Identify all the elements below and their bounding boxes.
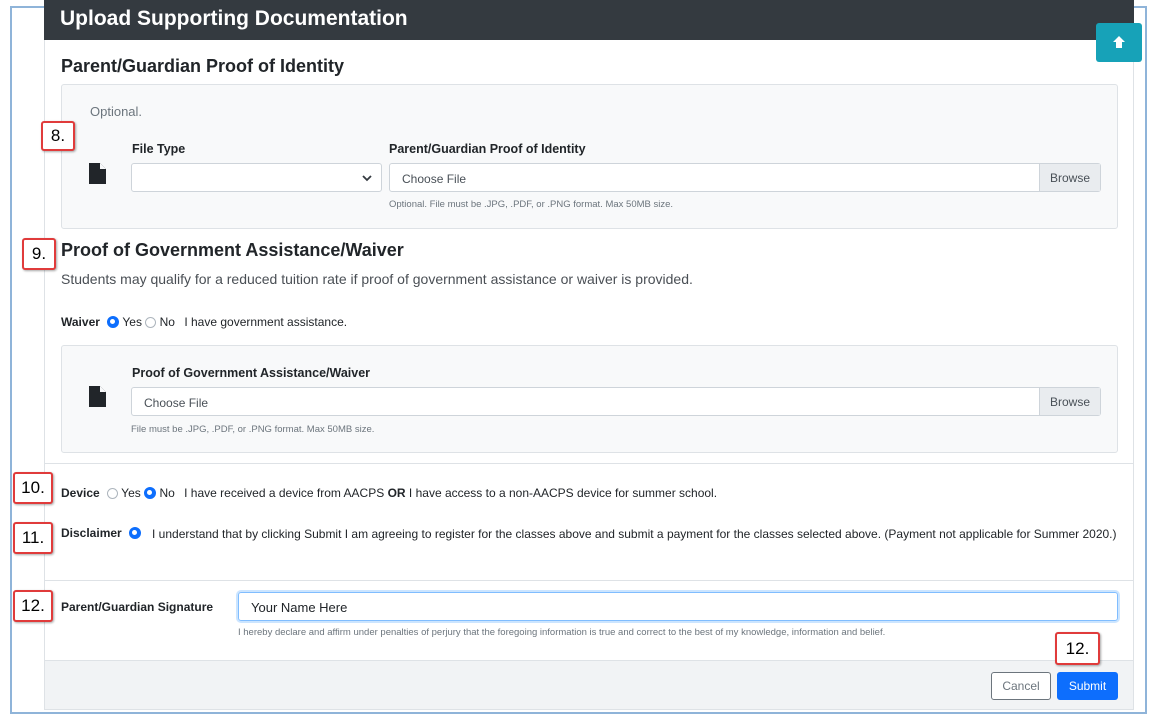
file-type-label: File Type <box>132 142 186 156</box>
disclaimer-label-wrap: Disclaimer <box>61 526 142 540</box>
callout-8: 8. <box>41 121 75 151</box>
device-or: OR <box>387 486 406 500</box>
device-text-after: I have access to a non-AACPS device for … <box>408 486 718 500</box>
callout-12-signature: 12. <box>13 590 53 622</box>
signature-input[interactable]: Your Name Here <box>238 592 1118 621</box>
waiver-label: Waiver <box>61 315 100 329</box>
assistance-help-text: File must be .JPG, .PDF, or .PNG format.… <box>131 424 375 435</box>
callout-9: 9. <box>22 238 56 270</box>
assistance-file-value: Choose File <box>144 396 209 410</box>
document-icon <box>89 163 106 184</box>
identity-heading: Parent/Guardian Proof of Identity <box>61 56 345 76</box>
signature-help-text: I hereby declare and affirm under penalt… <box>238 627 886 638</box>
file-type-select[interactable] <box>131 163 382 192</box>
waiver-no-label[interactable]: No <box>160 315 175 329</box>
scroll-to-top-button[interactable] <box>1096 23 1142 62</box>
callout-10: 10. <box>13 472 53 504</box>
device-label: Device <box>61 486 100 500</box>
assistance-browse-button[interactable]: Browse <box>1039 388 1100 415</box>
assistance-file-input[interactable]: Choose File Browse <box>131 387 1101 416</box>
device-yes-label[interactable]: Yes <box>121 486 141 500</box>
device-row: Device Yes No I have received a device f… <box>61 486 717 500</box>
cancel-button[interactable]: Cancel <box>991 672 1051 700</box>
disclaimer-text: I understand that by clicking Submit I a… <box>152 527 1117 541</box>
device-text-before: I have received a device from AACPS <box>184 486 385 500</box>
identity-file-value: Choose File <box>402 172 467 186</box>
assistance-description: Students may qualify for a reduced tuiti… <box>61 271 693 287</box>
panel-title: Upload Supporting Documentation <box>60 7 408 30</box>
waiver-yes-label[interactable]: Yes <box>122 315 142 329</box>
identity-browse-button[interactable]: Browse <box>1039 164 1100 191</box>
disclaimer-radio[interactable] <box>129 527 142 539</box>
device-no-radio[interactable] <box>144 487 157 499</box>
optional-text: Optional. <box>90 104 143 119</box>
disclaimer-label: Disclaimer <box>61 526 122 540</box>
assistance-heading: Proof of Government Assistance/Waiver <box>61 240 404 260</box>
waiver-row: Waiver Yes No I have government assistan… <box>61 315 347 329</box>
device-no-label[interactable]: No <box>159 486 174 500</box>
identity-help-text: Optional. File must be .JPG, .PDF, or .P… <box>389 199 674 210</box>
document-icon <box>89 386 106 407</box>
waiver-text: I have government assistance. <box>184 315 348 329</box>
signature-value: Your Name Here <box>251 600 348 615</box>
device-yes-radio[interactable] <box>107 488 119 499</box>
divider <box>45 580 1133 581</box>
submit-button[interactable]: Submit <box>1057 672 1118 700</box>
callout-12-submit: 12. <box>1055 632 1100 665</box>
signature-label-text: Parent/Guardian Signature <box>61 600 214 614</box>
form-footer <box>45 660 1133 709</box>
divider <box>45 463 1133 464</box>
callout-11: 11. <box>13 522 53 554</box>
assistance-file-label: Proof of Government Assistance/Waiver <box>132 366 371 380</box>
arrow-up-icon <box>1113 36 1125 48</box>
chevron-down-icon <box>362 175 372 182</box>
panel-header: Upload Supporting Documentation <box>44 0 1134 40</box>
identity-file-label: Parent/Guardian Proof of Identity <box>389 142 586 156</box>
waiver-yes-radio[interactable] <box>107 316 120 328</box>
identity-file-input[interactable]: Choose File Browse <box>389 163 1101 192</box>
waiver-no-radio[interactable] <box>145 317 157 328</box>
signature-label: Parent/Guardian Signature <box>61 600 213 614</box>
